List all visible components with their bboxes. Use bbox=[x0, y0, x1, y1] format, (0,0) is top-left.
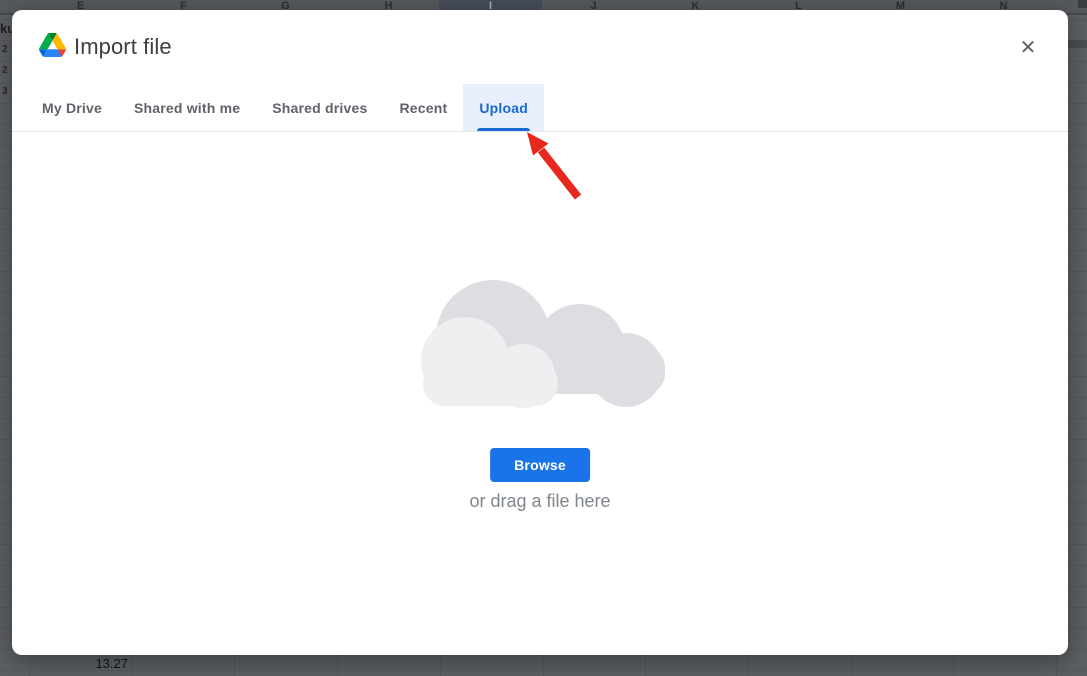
frozen-row-border-fragment bbox=[1066, 40, 1087, 48]
sheet-cell-value: 13.27 bbox=[29, 656, 128, 671]
tab-my-drive[interactable]: My Drive bbox=[26, 84, 118, 131]
tab-upload-label: Upload bbox=[479, 100, 528, 116]
dialog-header: Import file ✕ bbox=[12, 10, 1068, 84]
active-tab-indicator bbox=[477, 128, 530, 131]
import-file-dialog: Import file ✕ My Drive Shared with me Sh… bbox=[12, 10, 1068, 655]
tab-upload[interactable]: Upload bbox=[463, 84, 544, 131]
google-drive-icon bbox=[39, 33, 66, 57]
sheet-gridline bbox=[0, 670, 1087, 671]
close-icon[interactable]: ✕ bbox=[1015, 34, 1041, 60]
tab-recent[interactable]: Recent bbox=[383, 84, 463, 131]
tab-shared-with-me[interactable]: Shared with me bbox=[118, 84, 256, 131]
dialog-title: Import file bbox=[74, 33, 172, 61]
dialog-tab-bar: My Drive Shared with me Shared drives Re… bbox=[12, 84, 1068, 132]
upload-panel: Browse or drag a file here bbox=[12, 132, 1068, 655]
scrollbar-fragment bbox=[1078, 0, 1087, 8]
tab-shared-drives[interactable]: Shared drives bbox=[256, 84, 383, 131]
browse-button[interactable]: Browse bbox=[490, 448, 590, 482]
drag-file-hint: or drag a file here bbox=[12, 491, 1068, 512]
cloud-upload-illustration bbox=[410, 249, 670, 409]
